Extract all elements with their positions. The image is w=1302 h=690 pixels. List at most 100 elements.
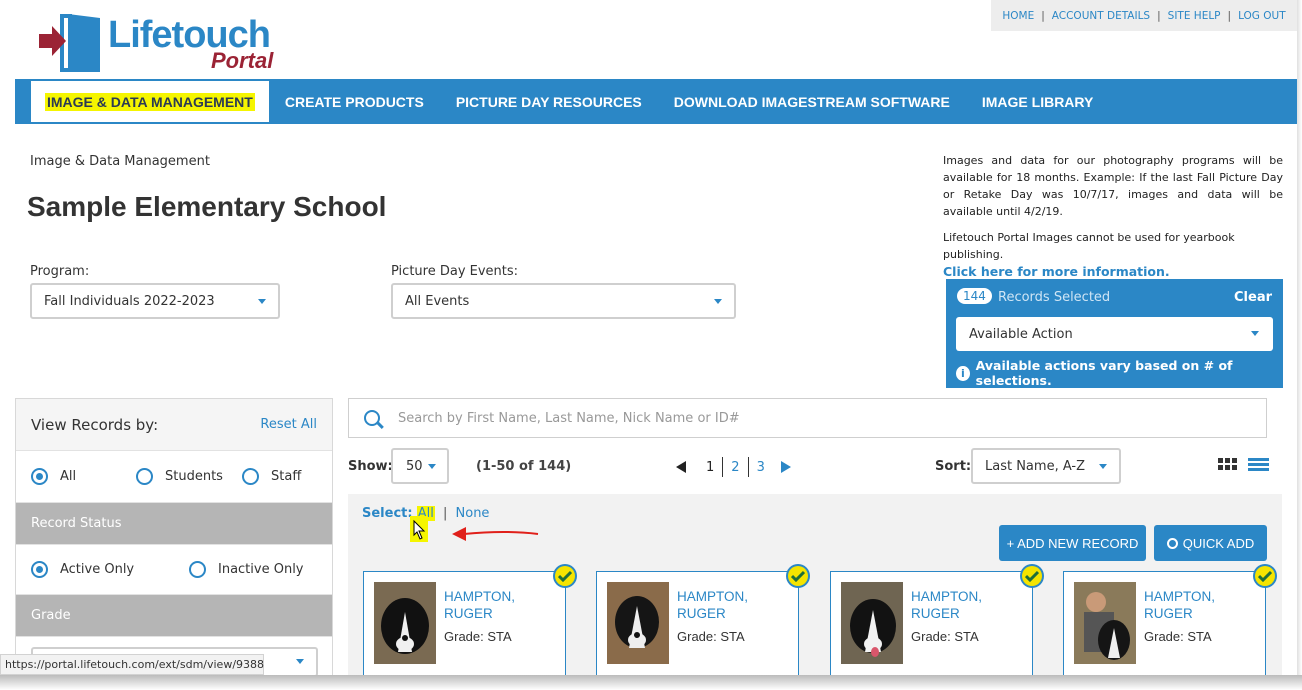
dog-photo: [607, 582, 669, 664]
breadcrumb: Image & Data Management: [30, 154, 210, 169]
log-out-link[interactable]: LOG OUT: [1238, 10, 1286, 22]
pagination: 1 2 3: [676, 457, 791, 477]
clear-selection-button[interactable]: Clear: [1234, 290, 1272, 305]
main-nav: IMAGE & DATA MANAGEMENT CREATE PRODUCTS …: [15, 79, 1298, 124]
events-label: Picture Day Events:: [391, 264, 519, 279]
radio-selected-icon: [31, 468, 48, 485]
search-icon: [364, 410, 380, 426]
record-card[interactable]: HAMPTON, RUGER Grade: STA: [363, 564, 577, 678]
retention-info: Images and data for our photography prog…: [943, 154, 1283, 218]
record-name: HAMPTON, RUGER: [1144, 589, 1216, 621]
program-label: Program:: [30, 264, 90, 279]
show-label: Show:: [348, 459, 393, 474]
site-help-link[interactable]: SITE HELP: [1168, 10, 1221, 22]
available-action-select[interactable]: Available Action: [956, 317, 1273, 351]
records-selected-label: Records Selected: [998, 290, 1111, 305]
nav-picture-day-resources[interactable]: PICTURE DAY RESOURCES: [440, 79, 658, 124]
chevron-down-icon: [428, 464, 436, 469]
radio-students[interactable]: Students: [136, 468, 223, 485]
radio-inactive-only[interactable]: Inactive Only: [189, 561, 304, 578]
clock-icon: [1166, 537, 1178, 549]
radio-staff[interactable]: Staff: [242, 468, 301, 485]
record-grade: Grade: STA: [911, 629, 979, 644]
view-records-title: View Records by:: [31, 415, 159, 434]
account-details-link[interactable]: ACCOUNT DETAILS: [1052, 10, 1150, 22]
records-panel: Search by First Name, Last Name, Nick Na…: [348, 398, 1282, 678]
top-links-bar: HOME | ACCOUNT DETAILS | SITE HELP | LOG…: [991, 0, 1297, 31]
logo-subtitle: Portal: [211, 48, 274, 73]
page-3[interactable]: 3: [749, 460, 773, 475]
grid-view-icon[interactable]: [1218, 458, 1237, 470]
radio-empty-icon: [189, 561, 206, 578]
dog-photo: [374, 582, 436, 664]
nav-image-library[interactable]: IMAGE LIBRARY: [966, 79, 1109, 124]
lifetouch-logo[interactable]: Lifetouch Portal: [38, 12, 288, 74]
window-bottom-edge: [0, 675, 1302, 690]
record-name: HAMPTON, RUGER: [677, 589, 749, 621]
search-input[interactable]: Search by First Name, Last Name, Nick Na…: [348, 398, 1267, 438]
list-view-icon[interactable]: [1248, 458, 1269, 473]
selected-check-icon[interactable]: [1253, 564, 1277, 588]
add-new-record-button[interactable]: + ADD NEW RECORD: [999, 525, 1146, 561]
view-options-row: All Students Staff: [16, 451, 332, 503]
selected-check-icon[interactable]: [1020, 564, 1044, 588]
program-value: Fall Individuals 2022-2023: [44, 293, 215, 309]
person-with-dog-photo: [1074, 582, 1136, 664]
record-grade: Grade: STA: [677, 629, 745, 644]
record-grade: Grade: STA: [1144, 629, 1212, 644]
results-range: (1-50 of 144): [476, 459, 572, 474]
dog-photo: [841, 582, 903, 664]
sort-label: Sort:: [935, 459, 972, 474]
selection-note: i Available actions vary based on # of s…: [956, 358, 1283, 388]
record-card[interactable]: HAMPTON, RUGER Grade: STA: [830, 564, 1044, 678]
radio-empty-icon: [136, 468, 153, 485]
radio-all[interactable]: All: [31, 468, 76, 485]
filter-panel: View Records by: Reset All All Students …: [15, 398, 333, 678]
annotation-arrow-icon: [410, 516, 539, 542]
selected-count-badge: 144: [957, 288, 992, 304]
page-2[interactable]: 2: [723, 460, 747, 475]
window-edge: [1297, 0, 1302, 675]
quick-add-button[interactable]: QUICK ADD: [1154, 525, 1267, 561]
record-name: HAMPTON, RUGER: [444, 589, 516, 621]
page-title: Sample Elementary School: [27, 191, 387, 222]
record-card[interactable]: HAMPTON, RUGER Grade: STA: [1063, 564, 1277, 678]
page-1[interactable]: 1: [698, 460, 722, 475]
radio-selected-icon: [31, 561, 48, 578]
selected-check-icon[interactable]: [553, 564, 577, 588]
selected-check-icon[interactable]: [786, 564, 810, 588]
selection-panel: 144 Records Selected Clear Available Act…: [946, 279, 1283, 388]
record-card[interactable]: HAMPTON, RUGER Grade: STA: [596, 564, 810, 678]
results-toolbar: Show: 50 (1-50 of 144) 1 2 3 Sort: Last …: [348, 448, 1282, 488]
chevron-down-icon: [1251, 331, 1259, 336]
reset-all-link[interactable]: Reset All: [260, 417, 317, 432]
records-grid: Select: All | None + ADD NEW RECORD QUIC…: [348, 494, 1282, 678]
record-name: HAMPTON, RUGER: [911, 589, 983, 621]
radio-active-only[interactable]: Active Only: [31, 561, 134, 578]
program-select[interactable]: Fall Individuals 2022-2023: [30, 283, 280, 319]
status-bar-url: https://portal.lifetouch.com/ext/sdm/vie…: [0, 654, 264, 675]
home-link[interactable]: HOME: [1002, 10, 1034, 22]
events-value: All Events: [405, 293, 470, 309]
events-select[interactable]: All Events: [391, 283, 736, 319]
more-info-link[interactable]: Click here for more information.: [943, 263, 1283, 280]
chevron-down-icon: [1099, 464, 1107, 469]
nav-download-imagestream[interactable]: DOWNLOAD IMAGESTREAM SOFTWARE: [658, 79, 966, 124]
prev-page-icon[interactable]: [676, 461, 686, 473]
nav-image-data-management[interactable]: IMAGE & DATA MANAGEMENT: [31, 81, 269, 122]
filter-header: View Records by: Reset All: [16, 399, 332, 451]
door-arrow-icon: [39, 14, 100, 72]
grade-header[interactable]: Grade: [16, 595, 332, 637]
nav-create-products[interactable]: CREATE PRODUCTS: [269, 79, 440, 124]
chevron-down-icon: [258, 299, 266, 304]
radio-empty-icon: [242, 468, 259, 485]
record-grade: Grade: STA: [444, 629, 512, 644]
page-size-select[interactable]: 50: [391, 448, 449, 484]
chevron-down-icon: [714, 299, 722, 304]
yearbook-info: Lifetouch Portal Images cannot be used f…: [943, 229, 1283, 280]
next-page-icon[interactable]: [780, 461, 791, 473]
sort-select[interactable]: Last Name, A-Z: [971, 448, 1121, 484]
chevron-down-icon: [296, 659, 304, 664]
info-icon: i: [956, 365, 970, 381]
record-status-header[interactable]: Record Status: [16, 503, 332, 545]
